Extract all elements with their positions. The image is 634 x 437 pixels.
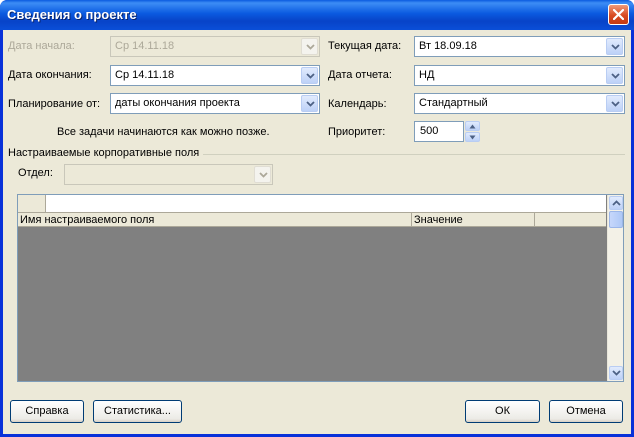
grid-body (18, 227, 606, 381)
column-header-field-name[interactable]: Имя настраиваемого поля (18, 213, 412, 227)
chevron-down-icon (254, 166, 271, 183)
project-info-dialog: Сведения о проекте Дата начала: Ср 14.11… (0, 0, 634, 437)
column-header-value[interactable]: Значение (412, 213, 535, 227)
enterprise-fields-group-label: Настраиваемые корпоративные поля (8, 147, 200, 159)
cancel-button[interactable]: Отмена (549, 400, 623, 423)
custom-fields-grid[interactable]: Имя настраиваемого поля Значение (17, 194, 624, 382)
finish-date-label: Дата окончания: (8, 69, 92, 81)
grid-vertical-scrollbar[interactable] (607, 195, 623, 381)
priority-label: Приоритет: (328, 126, 386, 138)
grid-header: Имя настраиваемого поля Значение (18, 212, 606, 227)
current-date-value: Вт 18.09.18 (419, 40, 477, 52)
calendar-label: Календарь: (328, 98, 387, 110)
priority-value: 500 (420, 125, 439, 137)
group-divider (203, 154, 625, 155)
current-date-label: Текущая дата: (328, 40, 402, 52)
spin-up-button[interactable] (465, 121, 480, 131)
chevron-down-icon[interactable] (606, 38, 623, 55)
finish-date-combo[interactable]: Ср 14.11.18 (110, 65, 320, 86)
chevron-down-icon[interactable] (301, 67, 318, 84)
scroll-up-button[interactable] (609, 196, 623, 210)
statistics-button[interactable]: Статистика... (93, 400, 182, 423)
title-bar[interactable]: Сведения о проекте (0, 0, 634, 30)
priority-input[interactable]: 500 (414, 121, 464, 142)
schedule-note: Все задачи начинаются как можно позже. (57, 126, 270, 138)
calendar-combo[interactable]: Стандартный (414, 93, 625, 114)
grid-corner (18, 195, 46, 212)
chevron-down-icon[interactable] (606, 95, 623, 112)
ok-button[interactable]: ОК (465, 400, 540, 423)
schedule-from-label: Планирование от: (8, 98, 101, 110)
finish-date-value: Ср 14.11.18 (115, 69, 175, 81)
start-date-value: Ср 14.11.18 (115, 40, 175, 52)
status-date-combo[interactable]: НД (414, 65, 625, 86)
window-title: Сведения о проекте (7, 7, 137, 22)
chevron-down-icon[interactable] (606, 67, 623, 84)
spin-down-button[interactable] (465, 132, 480, 142)
scroll-down-button[interactable] (609, 366, 623, 380)
schedule-from-value: даты окончания проекта (115, 97, 240, 109)
current-date-combo[interactable]: Вт 18.09.18 (414, 36, 625, 57)
scroll-thumb[interactable] (609, 211, 623, 228)
grid-edit-bar[interactable] (18, 195, 606, 212)
calendar-value: Стандартный (419, 97, 488, 109)
status-date-label: Дата отчета: (328, 69, 392, 81)
start-date-label: Дата начала: (8, 40, 75, 52)
schedule-from-combo[interactable]: даты окончания проекта (110, 93, 320, 114)
chevron-down-icon (301, 38, 318, 55)
department-combo (64, 164, 273, 185)
status-date-value: НД (419, 69, 435, 81)
priority-spinner (465, 121, 480, 142)
start-date-combo: Ср 14.11.18 (110, 36, 320, 57)
dialog-body: Дата начала: Ср 14.11.18 Текущая дата: В… (3, 30, 631, 434)
chevron-down-icon[interactable] (301, 95, 318, 112)
help-button[interactable]: Справка (10, 400, 84, 423)
close-button[interactable] (608, 4, 629, 25)
department-label: Отдел: (18, 167, 53, 179)
